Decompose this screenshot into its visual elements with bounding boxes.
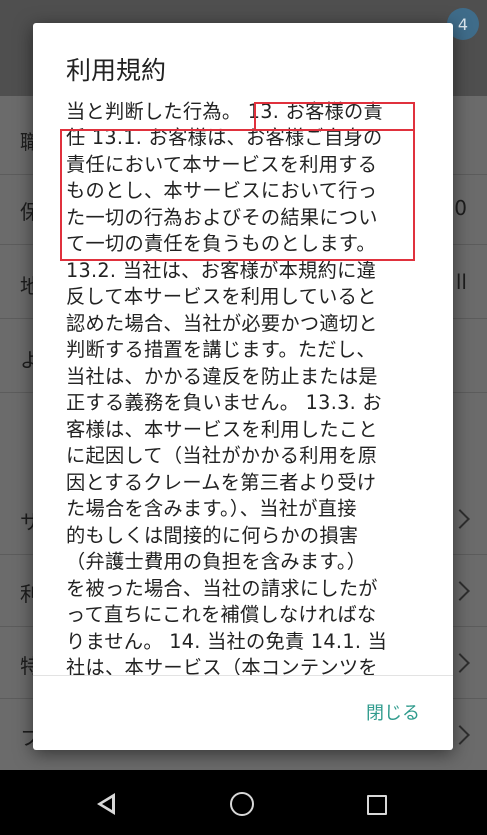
terms-body-line: 社は、本サービス（本コンテンツを [66, 656, 378, 675]
terms-body-line: に起因して（当社がかかる利用を原 [66, 444, 378, 467]
chevron-right-icon [450, 653, 470, 673]
terms-body-line: 当社は、かかる違反を防止または是 [66, 364, 378, 388]
terms-body-line: た一切の行為およびその結果につい [66, 205, 378, 229]
terms-body-line: 任 13.1. お客様は、お客様ご自身の [66, 126, 383, 149]
terms-body-line: た場合を含みます。）、当社が直接 [66, 497, 357, 520]
terms-body-line: 責任において本サービスを利用する [66, 152, 378, 176]
terms-body-line: ものとし、本サービスにおいて行っ [66, 179, 378, 202]
terms-body-line: 当と判断した行為。 13. お客様の責 [66, 99, 384, 123]
recent-apps-icon[interactable] [367, 795, 387, 815]
terms-body-line: 客様は、本サービスを利用したこと [66, 417, 378, 441]
terms-body-line: を被った場合、当社の請求にしたが [66, 576, 378, 600]
terms-body-line: 因とするクレームを第三者より受け [66, 470, 377, 494]
terms-body-line: って直ちにこれを補償しなければな [66, 603, 377, 626]
terms-body-line: 行為。 12.14. その他、当社が不適 [66, 93, 416, 99]
terms-scroll-area[interactable]: 行為。 12.14. その他、当社が不適当と判断した行為。 13. お客様の責任… [33, 93, 453, 675]
close-button[interactable]: 閉じる [366, 699, 420, 725]
terms-dialog: 利用規約 行為。 12.14. その他、当社が不適当と判断した行為。 13. お… [33, 23, 453, 750]
terms-body-line: 認めた場合、当社が必要かつ適切と [66, 311, 378, 335]
background-item-value: 0 [454, 196, 467, 220]
chevron-right-icon [450, 581, 470, 601]
dialog-divider [33, 675, 453, 676]
terms-body-line: 判断する措置を講じます。ただし、 [66, 338, 376, 361]
terms-body-line: りません。 14. 当社の免責 14.1. 当 [66, 629, 388, 653]
back-triangle-inner [102, 798, 112, 810]
home-circle-icon[interactable] [230, 792, 254, 816]
terms-body-line: 正する義務を負いません。 13.3. お [66, 391, 382, 414]
terms-body-text: 行為。 12.14. その他、当社が不適当と判断した行為。 13. お客様の責任… [66, 93, 416, 675]
background-item-value: ll [455, 270, 467, 294]
terms-body-line: 13.2. 当社は、お客様が本規約に違 [66, 258, 377, 282]
terms-body-line: 的もしくは間接的に何らかの損害 [66, 523, 359, 547]
dialog-title: 利用規約 [66, 56, 167, 85]
chevron-right-icon [450, 509, 470, 529]
terms-body-line: て一切の責任を負うものとします。 [66, 232, 376, 255]
terms-body-line: （弁護士費用の負担を含みます。） [66, 550, 367, 573]
chevron-right-icon [450, 725, 470, 745]
terms-body-line: 反して本サービスを利用していると [66, 285, 377, 308]
